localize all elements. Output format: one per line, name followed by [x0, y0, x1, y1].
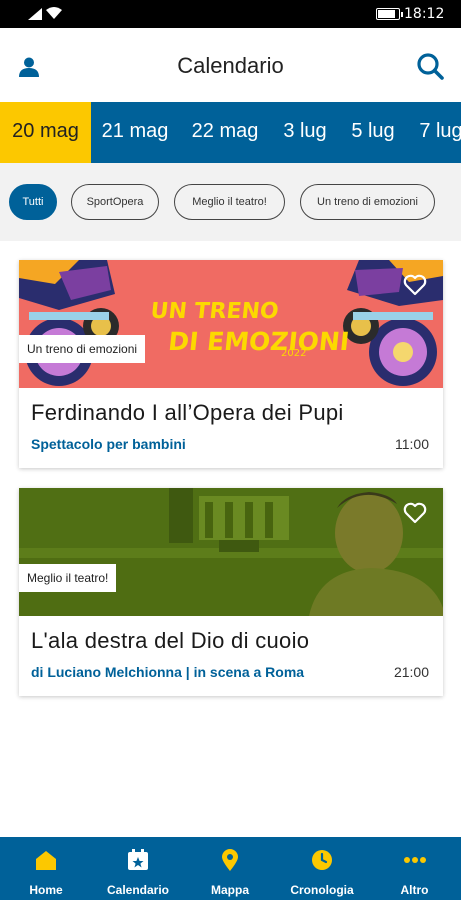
battery-icon: [376, 8, 403, 20]
date-tab[interactable]: 20 mag: [0, 102, 91, 163]
photo-graphic: [19, 488, 443, 616]
event-subtitle: di Luciano Melchionna | in scena a Roma: [31, 664, 305, 680]
map-pin-icon: [222, 849, 238, 871]
bottom-nav: Home Calendario Mappa Cronologia Altro: [0, 837, 461, 900]
page-title: Calendario: [177, 53, 284, 78]
event-banner: UN TRENO DI EMOZIONI 2022: [19, 260, 443, 388]
event-title: L'ala destra del Dio di cuoio: [31, 628, 310, 653]
banner-line-1: UN TRENO: [149, 299, 280, 324]
filter-chips: Tutti SportOpera Meglio il teatro! Un tr…: [0, 163, 461, 241]
banner-line-2: DI EMOZIONI: [167, 327, 351, 356]
banner-graphic: UN TRENO DI EMOZIONI 2022: [19, 260, 443, 388]
event-card[interactable]: Meglio il teatro! L'ala destra del Dio d…: [19, 488, 443, 696]
nav-home[interactable]: Home: [0, 837, 92, 900]
more-icon: [403, 857, 426, 863]
app-header: Calendario: [0, 28, 461, 102]
filter-chip-meglio-il-teatro[interactable]: Meglio il teatro!: [174, 184, 285, 220]
nav-label: Calendario: [106, 883, 169, 897]
date-tab[interactable]: 7 lug: [407, 102, 461, 163]
date-tab[interactable]: 22 mag: [179, 102, 271, 163]
event-title: Ferdinando I all’Opera dei Pupi: [31, 400, 344, 425]
filter-chip-tutti[interactable]: Tutti: [9, 184, 57, 220]
nav-calendario[interactable]: Calendario: [92, 837, 184, 900]
date-tabs: 20 mag 21 mag 22 mag 3 lug 5 lug 7 lug: [0, 102, 461, 163]
filter-chip-un-treno[interactable]: Un treno di emozioni: [300, 184, 435, 220]
signal-icon: [28, 8, 42, 20]
nav-label: Home: [29, 883, 63, 897]
home-icon: [36, 851, 56, 870]
status-time: 18:12: [404, 6, 445, 22]
date-tab[interactable]: 3 lug: [271, 102, 339, 163]
nav-label: Cronologia: [290, 883, 354, 897]
event-tag: Un treno di emozioni: [19, 335, 146, 363]
date-tab[interactable]: 5 lug: [339, 102, 407, 163]
heart-icon[interactable]: [403, 274, 427, 296]
nav-mappa[interactable]: Mappa: [184, 837, 276, 900]
date-tab[interactable]: 21 mag: [91, 102, 179, 163]
calendar-icon: [128, 849, 148, 870]
status-bar: 18:12: [0, 0, 461, 28]
event-photo: [19, 488, 443, 616]
clock-icon: [312, 850, 332, 870]
nav-label: Altro: [400, 883, 429, 897]
banner-year: 2022: [281, 348, 306, 359]
event-subtitle: Spettacolo per bambini: [31, 436, 186, 452]
event-card[interactable]: UN TRENO DI EMOZIONI 2022 Un treno di em…: [19, 260, 443, 468]
event-time: 11:00: [395, 436, 429, 452]
filter-chip-sportopera[interactable]: SportOpera: [71, 184, 159, 220]
wifi-icon: [46, 7, 62, 19]
event-tag: Meglio il teatro!: [19, 564, 117, 592]
nav-label: Mappa: [210, 883, 249, 897]
search-icon[interactable]: [416, 52, 444, 80]
nav-altro[interactable]: Altro: [368, 837, 461, 900]
event-time: 21:00: [393, 664, 429, 680]
heart-icon[interactable]: [403, 502, 427, 524]
nav-cronologia[interactable]: Cronologia: [276, 837, 368, 900]
